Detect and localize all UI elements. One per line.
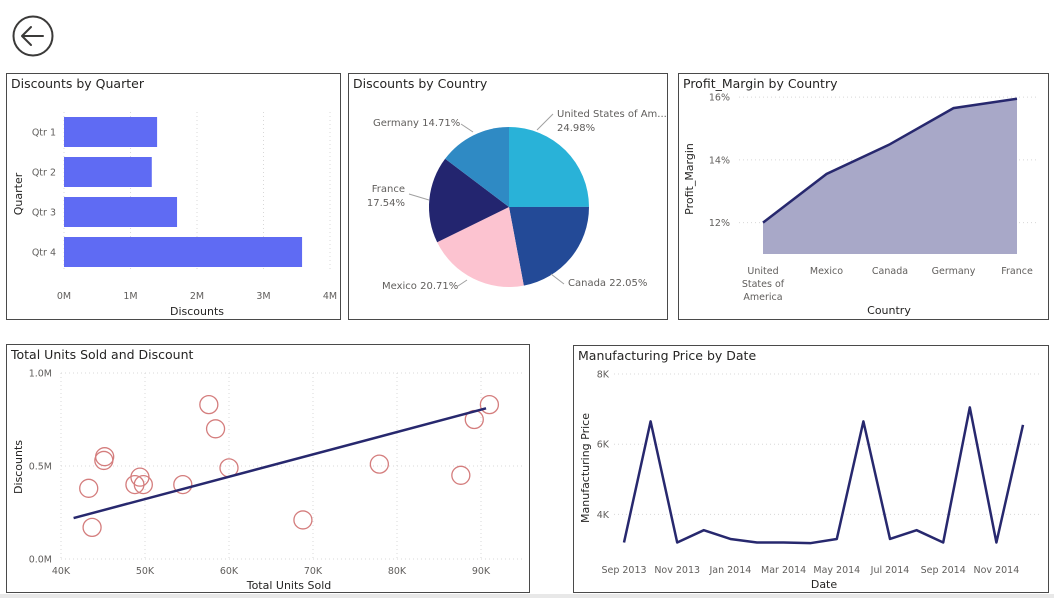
scatter-point: [293, 510, 313, 530]
y-tick-label: 16%: [709, 93, 730, 104]
y-tick-label: 8K: [597, 370, 610, 381]
scatter-point: [479, 394, 500, 415]
x-tick-label: Nov 2014: [974, 565, 1020, 576]
x-tick-label: 50K: [136, 566, 155, 577]
bar: [64, 197, 178, 227]
leader-line: [408, 193, 430, 201]
panel-discounts-by-quarter[interactable]: Discounts by Quarter 0M 1M 2M 3M 4M Qtr 1 Qtr …: [6, 73, 341, 320]
x-tick-label: Sep 2014: [921, 565, 966, 576]
slice-label: France: [372, 184, 405, 195]
x-axis-title: Total Units Sold: [246, 579, 332, 592]
y-tick-label: 0.5M: [29, 462, 52, 473]
slice-label: United States of Am...: [557, 109, 667, 120]
x-tick-label: Mexico: [810, 266, 843, 277]
scatter-point: [95, 447, 115, 467]
series-line: [622, 406, 1025, 545]
x-tick-label: 1M: [123, 291, 137, 302]
x-tick-label: Jul 2014: [870, 565, 910, 576]
profit-margin-chart: 12% 14% 16% United States of America Mexico Can…: [683, 93, 1039, 317]
x-tick-label: 4M: [323, 291, 337, 302]
slice-label: Germany 14.71%: [373, 118, 460, 129]
x-tick-label: France: [1001, 266, 1033, 277]
x-axis-title: Date: [811, 578, 838, 591]
y-tick-label: 6K: [597, 440, 610, 451]
y-axis-title: Quarter: [12, 172, 25, 215]
x-tick-label: Canada: [872, 266, 908, 277]
slice-label: Canada 22.05%: [568, 278, 647, 289]
y-axis-title: Discounts: [12, 440, 25, 494]
x-tick-label: 70K: [304, 566, 323, 577]
units-discount-scatter-chart: 0.0M 0.5M 1.0M 40K 50K 60K 70K 80K 90K Total Unit…: [12, 369, 523, 592]
discounts-by-quarter-chart: 0M 1M 2M 3M 4M Qtr 1 Qtr 2 Qtr 3 Qtr 4 Discounts Q…: [12, 112, 337, 318]
scatter-point: [199, 394, 219, 415]
bar: [64, 117, 158, 147]
panel-discounts-by-country[interactable]: Discounts by Country United States of Am…: [348, 73, 668, 320]
scatter-point: [94, 450, 114, 471]
discounts-by-country-chart: United States of Am... 24.98% Canada 22.05…: [367, 109, 667, 292]
y-tick-label: 12%: [709, 218, 730, 229]
x-tick-label: 3M: [256, 291, 270, 302]
leader-line: [536, 113, 554, 131]
slice-percent: 24.98%: [557, 123, 595, 134]
leader-line: [550, 273, 565, 285]
x-tick-label: Nov 2013: [654, 565, 700, 576]
scatter-point: [369, 454, 390, 474]
y-tick-label: 0.0M: [29, 555, 52, 566]
back-button[interactable]: [12, 15, 54, 57]
x-tick-label: Jan 2014: [708, 565, 751, 576]
horizontal-scrollbar[interactable]: [0, 594, 1054, 598]
x-tick-label: Sep 2013: [601, 565, 646, 576]
y-axis-title: Profit_Margin: [683, 143, 696, 215]
slice-percent: 17.54%: [367, 198, 405, 209]
y-tick-label: 1.0M: [29, 369, 52, 380]
x-tick-label: May 2014: [813, 565, 860, 576]
panel-profit-margin-by-country[interactable]: Profit_Margin by Country 12% 14% 16% United…: [678, 73, 1049, 320]
x-tick-label: 60K: [220, 566, 239, 577]
manufacturing-price-line-chart: 4K 6K 8K Sep 2013 Nov 2013 Jan 2014 Mar 2014 Ma…: [579, 370, 1039, 591]
y-tick-label: 4K: [597, 510, 610, 521]
y-tick-label: Qtr 4: [32, 248, 56, 259]
trend-line: [73, 407, 487, 520]
x-tick-label: 80K: [388, 566, 407, 577]
scatter-point: [79, 478, 99, 498]
leader-line: [460, 123, 474, 133]
y-tick-label: Qtr 2: [32, 168, 56, 179]
y-tick-label: Qtr 3: [32, 208, 56, 219]
arrow-left-circle-icon: [12, 15, 54, 57]
x-tick-label: United States of America: [742, 266, 785, 303]
scatter-point: [205, 419, 226, 439]
area-fill: [763, 98, 1017, 254]
panel-manufacturing-price-by-date[interactable]: Manufacturing Price by Date 4K 6K 8K Sep 20…: [573, 345, 1049, 593]
bar: [64, 237, 303, 267]
x-tick-label: 90K: [472, 566, 491, 577]
x-tick-label: 2M: [190, 291, 204, 302]
y-axis-title: Manufacturing Price: [579, 413, 592, 523]
x-tick-label: 0M: [57, 291, 71, 302]
scatter-point: [82, 517, 102, 538]
scatter-point: [451, 465, 471, 485]
x-tick-label: 40K: [52, 566, 71, 577]
panel-units-sold-and-discount[interactable]: Total Units Sold and Discount 0.0M 0.5M 1.…: [6, 344, 530, 593]
pie-slice: [509, 127, 589, 207]
x-tick-label: Germany: [932, 266, 976, 277]
x-tick-label: Mar 2014: [761, 565, 806, 576]
slice-label: Mexico 20.71%: [382, 281, 458, 292]
x-axis-title: Country: [867, 304, 911, 317]
y-tick-label: Qtr 1: [32, 128, 56, 139]
bar: [64, 157, 152, 187]
leader-line: [457, 279, 468, 287]
x-axis-title: Discounts: [170, 305, 224, 318]
y-tick-label: 14%: [709, 155, 730, 166]
